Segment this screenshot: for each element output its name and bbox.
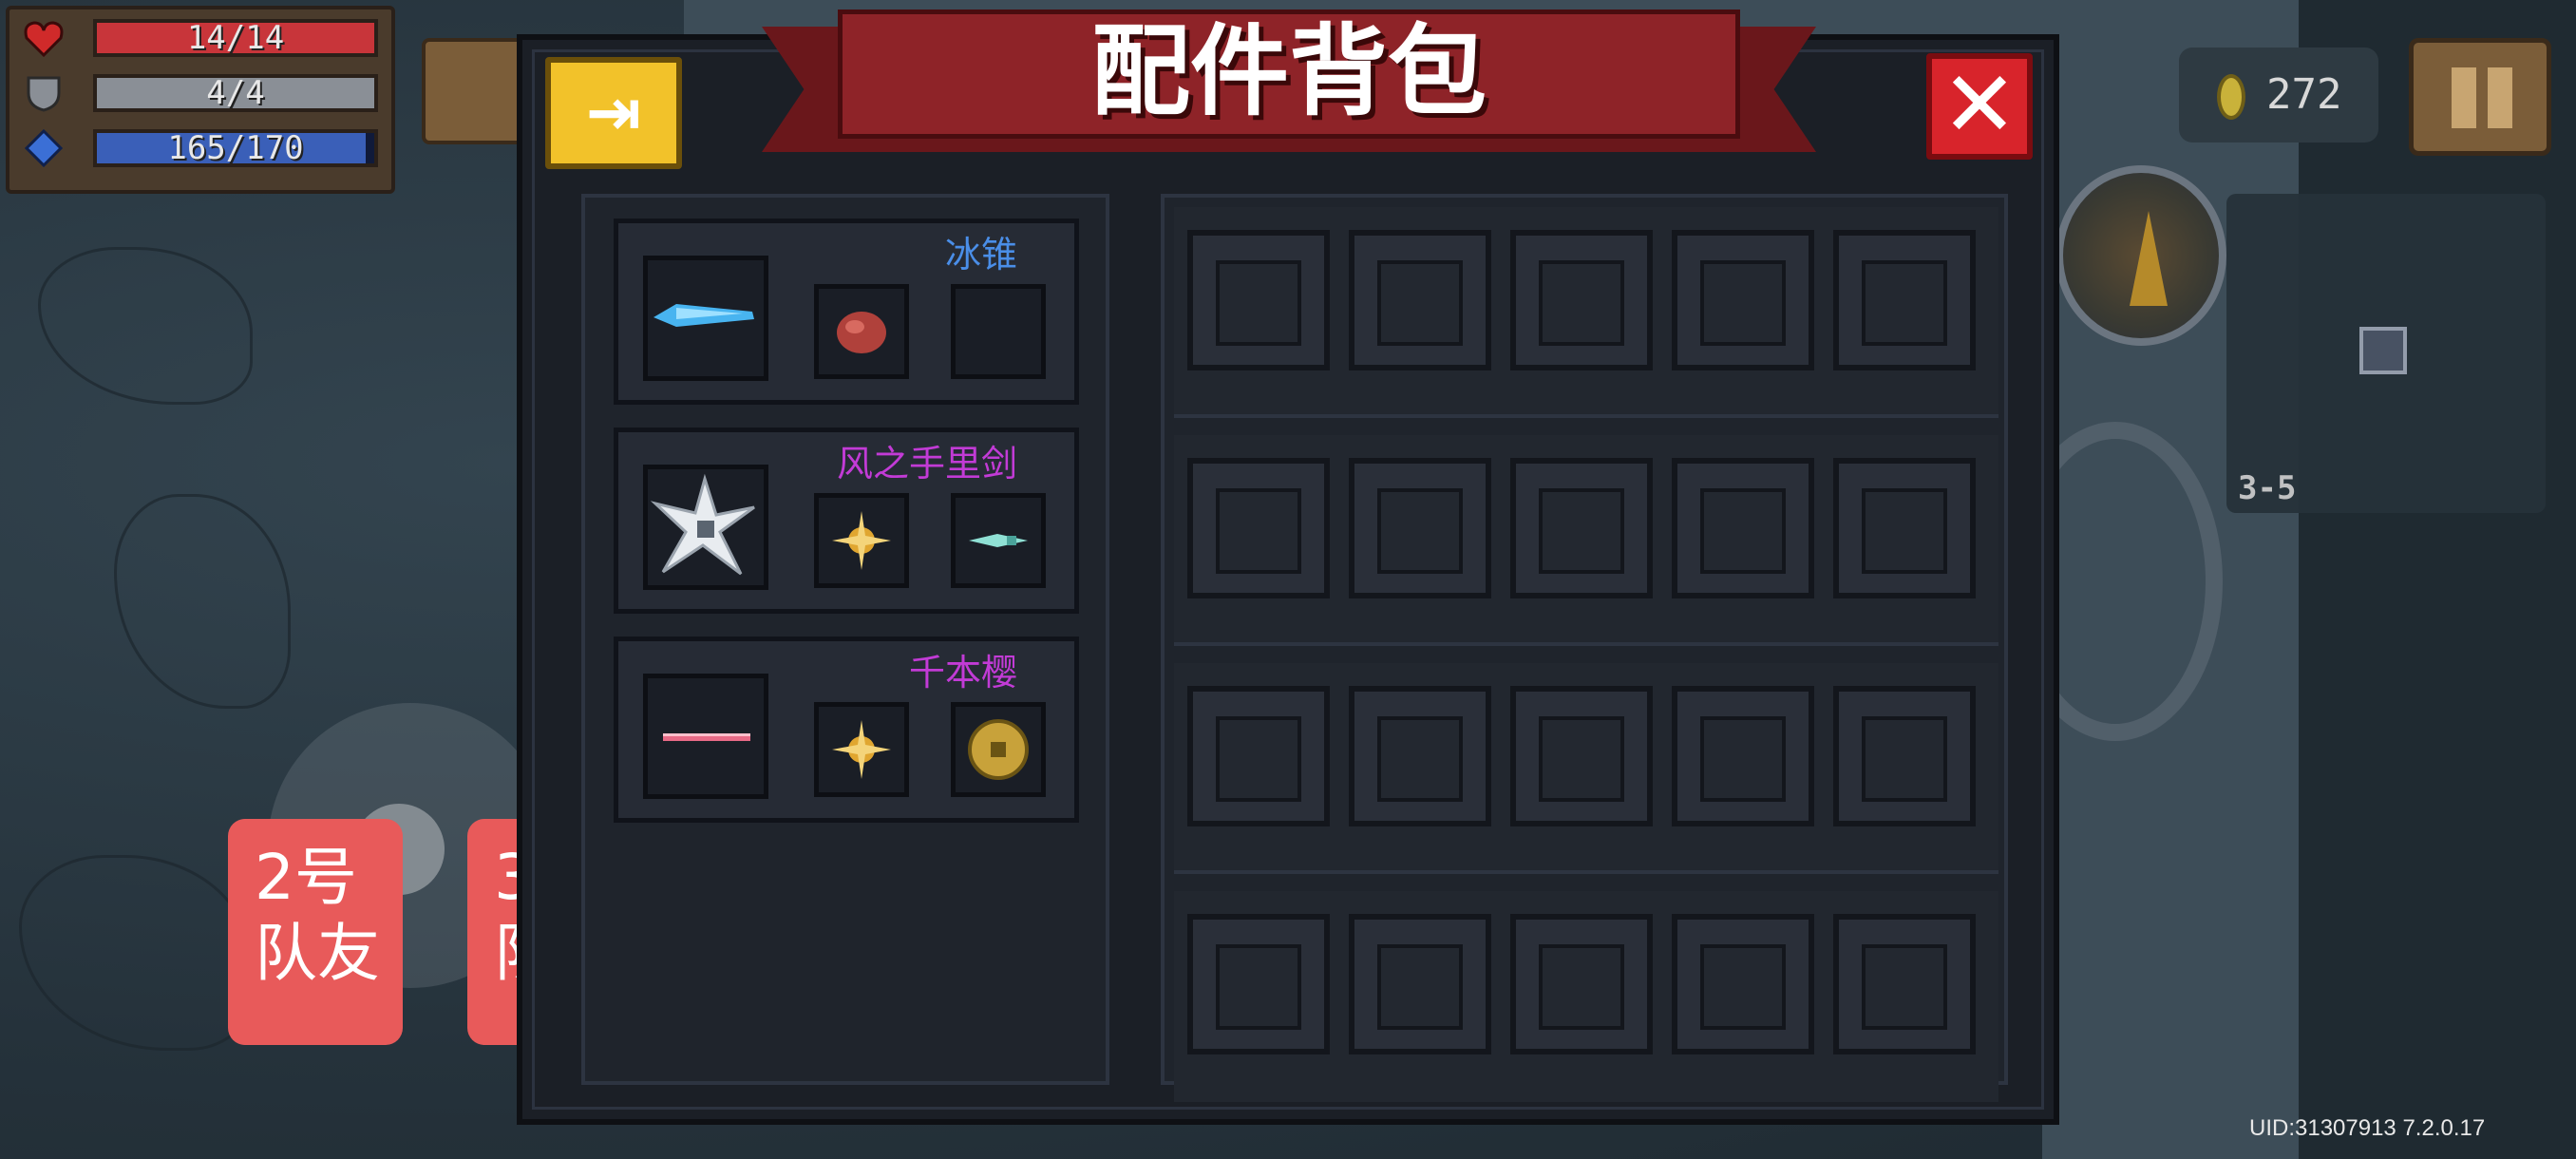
weapon-name: 风之手里剑 [836,443,1017,484]
inventory-cell[interactable] [1349,914,1491,1054]
inventory-cell[interactable] [1833,458,1976,598]
inventory-cell[interactable] [1833,230,1976,370]
inventory-row [1174,891,1998,1102]
weapon-slot[interactable] [643,256,768,381]
coin-icon [2217,74,2245,120]
inventory-cell[interactable] [1510,914,1653,1054]
energy-text: 165/170 [167,129,304,167]
inventory-cell[interactable] [1187,914,1330,1054]
equipped-weapons-list: 冰锥 风之手里剑 千本樱 [581,194,1109,1085]
level-label: 3-5 [2238,469,2297,507]
armor-row: 4/4 [23,70,384,116]
hp-bar: 14/14 [93,19,378,57]
dungeon-wall-right [2299,0,2576,1159]
accessory-slot[interactable] [814,702,909,797]
inventory-cell[interactable] [1672,914,1814,1054]
inventory-cell[interactable] [1187,686,1330,826]
inventory-cell[interactable] [1833,914,1976,1054]
panel-title: 配件背包 [1090,13,1487,129]
spark-icon [832,720,891,779]
swap-button[interactable]: ⇥ [545,57,682,169]
pause-button[interactable] [2409,38,2551,156]
inventory-row [1174,207,1998,418]
accessory-slot[interactable] [951,493,1046,588]
weapon-card[interactable]: 冰锥 [614,218,1079,405]
accessory-slot[interactable] [814,284,909,379]
accessory-slot-empty[interactable] [951,284,1046,379]
pause-icon [2488,67,2512,128]
inventory-cell[interactable] [1672,458,1814,598]
minimap[interactable]: 3-5 [2226,194,2546,513]
teammate-label: 队友 [255,917,380,990]
inventory-cell[interactable] [1510,686,1653,826]
pause-icon [2452,67,2476,128]
weapon-name: 冰锥 [944,234,1017,276]
inventory-cell[interactable] [1833,686,1976,826]
meat-icon [837,312,886,353]
weapon-slot[interactable] [643,465,768,590]
inventory-cell[interactable] [1349,686,1491,826]
weapon-name: 千本樱 [908,652,1017,694]
energy-crystal-icon [23,128,65,168]
inventory-cell[interactable] [1510,230,1653,370]
shuriken-icon [650,473,755,576]
energy-row: 165/170 [23,125,384,171]
uid-version-text: UID:31307913 7.2.0.17 [2249,1115,2486,1141]
dart-icon [969,534,1028,547]
spike-icon [2130,211,2168,306]
teammate-2-button[interactable]: 2号 队友 [228,819,403,1045]
hp-text: 14/14 [186,19,285,57]
spark-icon [832,511,891,570]
inventory-cell[interactable] [1187,230,1330,370]
minimap-room-icon [2359,327,2407,374]
inventory-cell[interactable] [1672,686,1814,826]
close-icon: ✕ [1941,51,2018,158]
inventory-cell[interactable] [1349,230,1491,370]
coin-counter: 272 [2179,48,2378,142]
shield-icon [23,74,65,112]
inventory-row [1174,663,1998,874]
player-stats-panel: 14/14 4/4 165/170 [6,6,395,194]
coin-icon [968,719,1029,780]
weapon-switch-button[interactable] [2055,165,2226,346]
inventory-row [1174,435,1998,646]
inventory-cell[interactable] [1187,458,1330,598]
inventory-cell[interactable] [1672,230,1814,370]
armor-text: 4/4 [206,74,265,112]
coin-count: 272 [2266,70,2342,119]
hp-row: 14/14 [23,15,384,61]
ice-cone-icon [653,304,754,327]
close-button[interactable]: ✕ [1926,53,2033,160]
weapon-slot[interactable] [643,674,768,799]
weapon-card[interactable]: 千本樱 [614,636,1079,823]
teammate-number: 2号 [255,841,357,914]
weapon-card[interactable]: 风之手里剑 [614,428,1079,614]
inventory-cell[interactable] [1349,458,1491,598]
accessory-slot[interactable] [814,493,909,588]
accessory-slot[interactable] [951,702,1046,797]
inventory-cell[interactable] [1510,458,1653,598]
armor-bar: 4/4 [93,74,378,112]
heart-icon [23,19,65,58]
swap-icon: ⇥ [585,73,642,151]
energy-bar: 165/170 [93,129,378,167]
accessory-inventory-grid [1161,194,2008,1102]
needle-icon [663,733,750,741]
